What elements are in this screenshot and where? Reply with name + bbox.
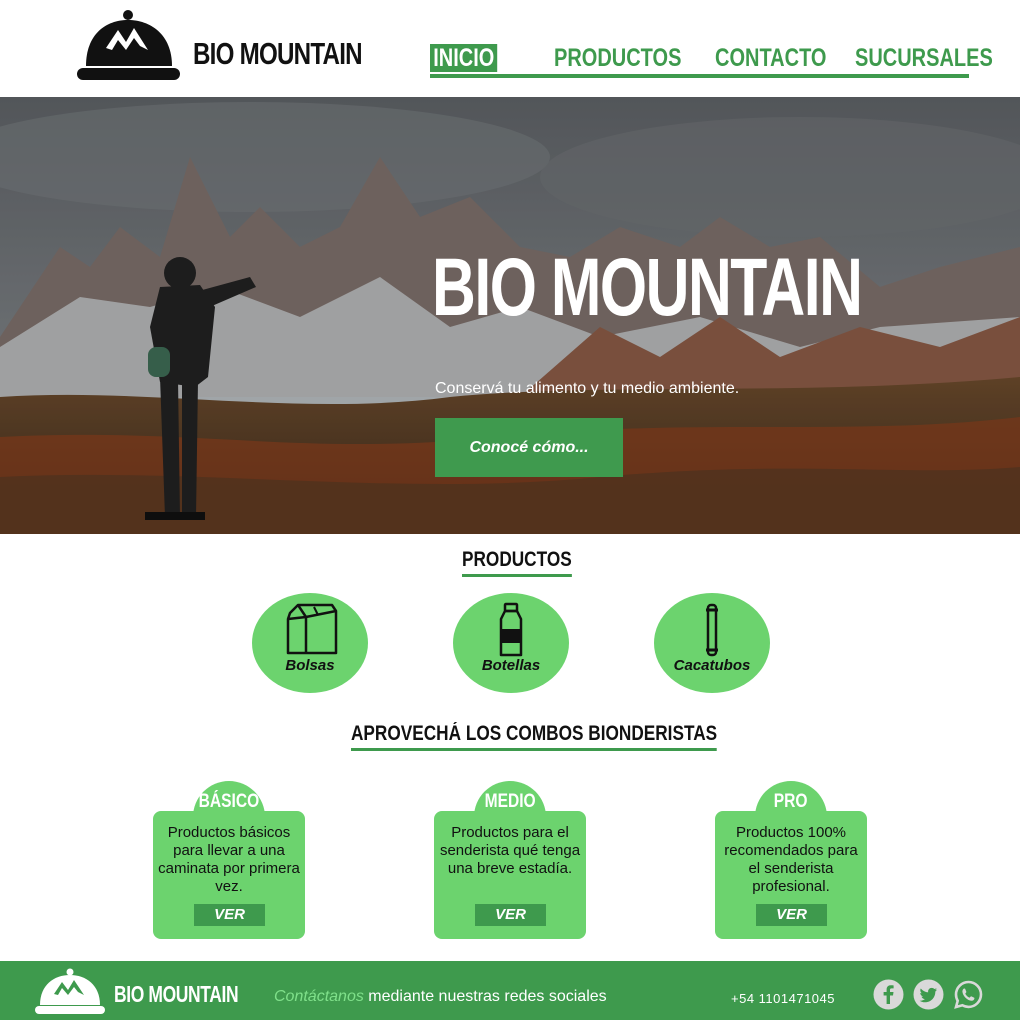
tube-icon [706, 603, 718, 657]
hero-subtitle: Conservá tu alimento y tu medio ambiente… [435, 380, 740, 397]
nav-sucursales[interactable]: SUCURSALES [855, 44, 993, 72]
twitter-icon[interactable] [913, 979, 944, 1010]
footer-phone: +54 1101471045 [731, 991, 835, 1006]
nav-contacto[interactable]: CONTACTO [715, 44, 826, 72]
combo-name: MEDIO [484, 791, 536, 812]
view-combo-button[interactable]: VER [475, 904, 546, 926]
combos-section-title: APROVECHÁ LOS COMBOS BIONDERISTAS [351, 722, 718, 751]
hero-banner: BIO MOUNTAIN Conservá tu alimento y tu m… [0, 97, 1020, 534]
combo-description: Productos para el senderista qué tenga u… [439, 824, 581, 877]
bottle-icon [499, 602, 523, 657]
product-label: Botellas [481, 657, 541, 674]
main-nav: INICIO PRODUCTOS CONTACTO SUCURSALES [430, 42, 993, 78]
combo-pro: PRO Productos 100% recomendados para el … [715, 781, 867, 939]
hero-title: BIO MOUNTAIN [432, 242, 863, 333]
facebook-icon[interactable] [873, 979, 904, 1010]
product-bolsas[interactable]: Bolsas [252, 593, 368, 693]
products-section-title: PRODUCTOS [462, 548, 572, 577]
view-combo-button[interactable]: VER [756, 904, 827, 926]
site-footer: BIO MOUNTAIN Contáctanos mediante nuestr… [0, 961, 1020, 1020]
footer-logo-icon[interactable] [34, 967, 106, 1015]
product-cacatubos[interactable]: Cacatubos [654, 593, 770, 693]
combo-basico: BÁSICO Productos básicos para llevar a u… [153, 781, 305, 939]
product-label: Cacatubos [673, 657, 751, 674]
bag-icon [286, 603, 338, 655]
learn-how-button[interactable]: Conocé cómo... [435, 418, 623, 477]
combo-medio: MEDIO Productos para el senderista qué t… [434, 781, 586, 939]
footer-contact-text: Contáctanos mediante nuestras redes soci… [274, 988, 607, 1006]
combo-name: BÁSICO [198, 791, 260, 812]
nav-inicio[interactable]: INICIO [430, 44, 498, 72]
combo-name: PRO [774, 791, 808, 812]
combo-description: Productos 100% recomendados para el send… [724, 824, 858, 895]
brand-name: BIO MOUNTAIN [193, 36, 363, 71]
logo-icon[interactable] [76, 8, 181, 82]
nav-productos[interactable]: PRODUCTOS [554, 44, 681, 72]
contact-rest: mediante nuestras redes sociales [363, 988, 607, 1005]
contact-highlight: Contáctanos [274, 988, 364, 1005]
footer-brand: BIO MOUNTAIN [114, 981, 239, 1007]
whatsapp-icon[interactable] [953, 979, 984, 1010]
product-botellas[interactable]: Botellas [453, 593, 569, 693]
site-header: BIO MOUNTAIN INICIO PRODUCTOS CONTACTO S… [0, 0, 1020, 97]
view-combo-button[interactable]: VER [194, 904, 265, 926]
product-label: Bolsas [285, 657, 335, 674]
combo-description: Productos básicos para llevar a una cami… [158, 824, 300, 895]
